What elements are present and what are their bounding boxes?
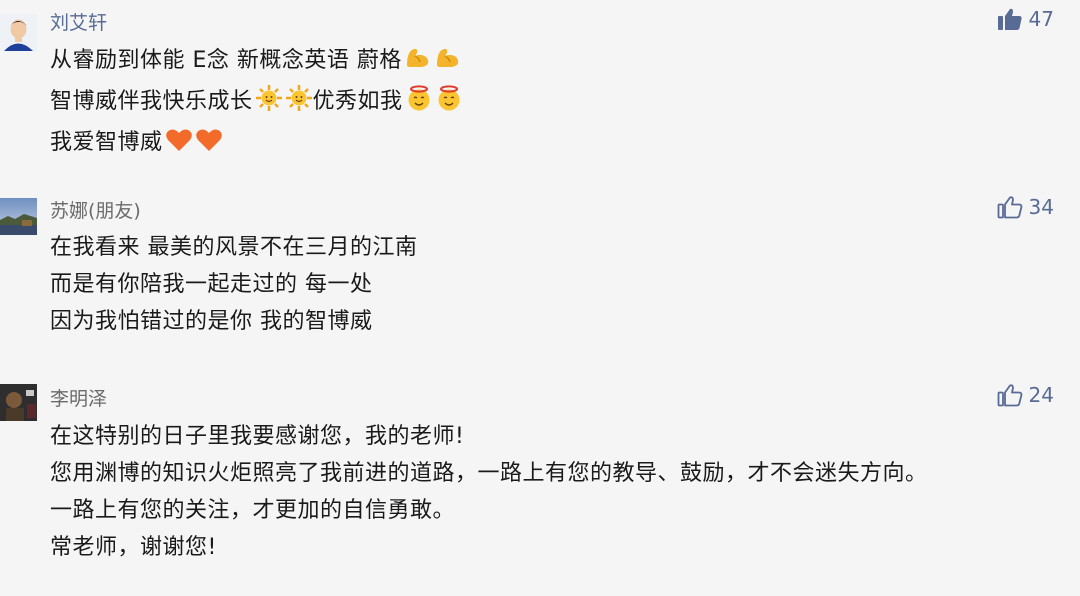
comment-line: 我爱智博威 xyxy=(50,124,1040,165)
comment-item: 刘艾轩 47 从睿励到体能 E念 新概念英语 蔚格 智博威伴我快乐成长 优秀如我 … xyxy=(0,0,1080,180)
smiling-face-with-halo-icon xyxy=(405,84,433,124)
comment-text: 在我看来 最美的风景不在三月的江南 而是有你陪我一起走过的 每一处 因为我怕错过… xyxy=(50,229,1040,340)
thumbs-up-outline-icon xyxy=(997,384,1022,407)
comment-line: 智博威伴我快乐成长 优秀如我 xyxy=(50,83,1040,124)
sun-icon xyxy=(255,84,283,124)
comment-author-name[interactable]: 刘艾轩 xyxy=(50,8,107,35)
comment-line: 一路上有您的关注，才更加的自信勇敢。 xyxy=(50,498,456,523)
like-count: 47 xyxy=(1028,7,1054,31)
comment-line: 而是有你陪我一起走过的 每一处 xyxy=(50,272,373,297)
smiling-face-with-halo-icon xyxy=(435,84,463,124)
avatar-image xyxy=(0,14,37,51)
comment-author-name[interactable]: 苏娜(朋友) xyxy=(50,196,141,223)
avatar[interactable] xyxy=(0,384,37,421)
comment-line: 在这特别的日子里我要感谢您，我的老师! xyxy=(50,424,465,449)
avatar[interactable] xyxy=(0,14,37,51)
comment-line: 您用渊博的知识火炬照亮了我前进的道路，一路上有您的教导、鼓励，才不会迷失方向。 xyxy=(50,461,928,486)
comment-item: 苏娜(朋友) 34 在我看来 最美的风景不在三月的江南 而是有你陪我一起走过的 … xyxy=(0,190,1080,360)
like-button[interactable]: 47 xyxy=(997,7,1054,31)
thumbs-up-outline-icon xyxy=(997,196,1022,219)
comment-line: 在我看来 最美的风景不在三月的江南 xyxy=(50,235,418,260)
comment-line-text: 智博威伴我快乐成长 xyxy=(50,89,253,114)
thumbs-up-filled-icon xyxy=(997,8,1022,31)
like-button[interactable]: 24 xyxy=(997,383,1054,407)
avatar-image xyxy=(0,198,37,235)
comment-line: 常老师，谢谢您! xyxy=(50,535,217,560)
orange-heart-icon xyxy=(165,127,193,165)
flexed-biceps-icon xyxy=(434,43,462,83)
comment-line: 从睿励到体能 E念 新概念英语 蔚格 xyxy=(50,42,1040,83)
sun-icon xyxy=(285,84,313,124)
avatar[interactable] xyxy=(0,198,37,235)
orange-heart-icon xyxy=(195,127,223,165)
avatar-image xyxy=(0,384,37,421)
like-button[interactable]: 34 xyxy=(997,195,1054,219)
comment-line-text: 从睿励到体能 E念 新概念英语 蔚格 xyxy=(50,48,402,73)
comment-line-text: 优秀如我 xyxy=(312,89,403,114)
comment-text: 从睿励到体能 E念 新概念英语 蔚格 智博威伴我快乐成长 优秀如我 我爱智博威 xyxy=(50,42,1040,165)
like-count: 34 xyxy=(1028,195,1054,219)
like-count: 24 xyxy=(1028,383,1054,407)
comment-text: 在这特别的日子里我要感谢您，我的老师! 您用渊博的知识火炬照亮了我前进的道路，一… xyxy=(50,418,1040,566)
flexed-biceps-icon xyxy=(404,43,432,83)
comment-line: 因为我怕错过的是你 我的智博威 xyxy=(50,309,373,334)
comment-line-text: 我爱智博威 xyxy=(50,130,163,155)
comment-author-name[interactable]: 李明泽 xyxy=(50,384,107,411)
comment-item: 李明泽 24 在这特别的日子里我要感谢您，我的老师! 您用渊博的知识火炬照亮了我… xyxy=(0,378,1080,596)
